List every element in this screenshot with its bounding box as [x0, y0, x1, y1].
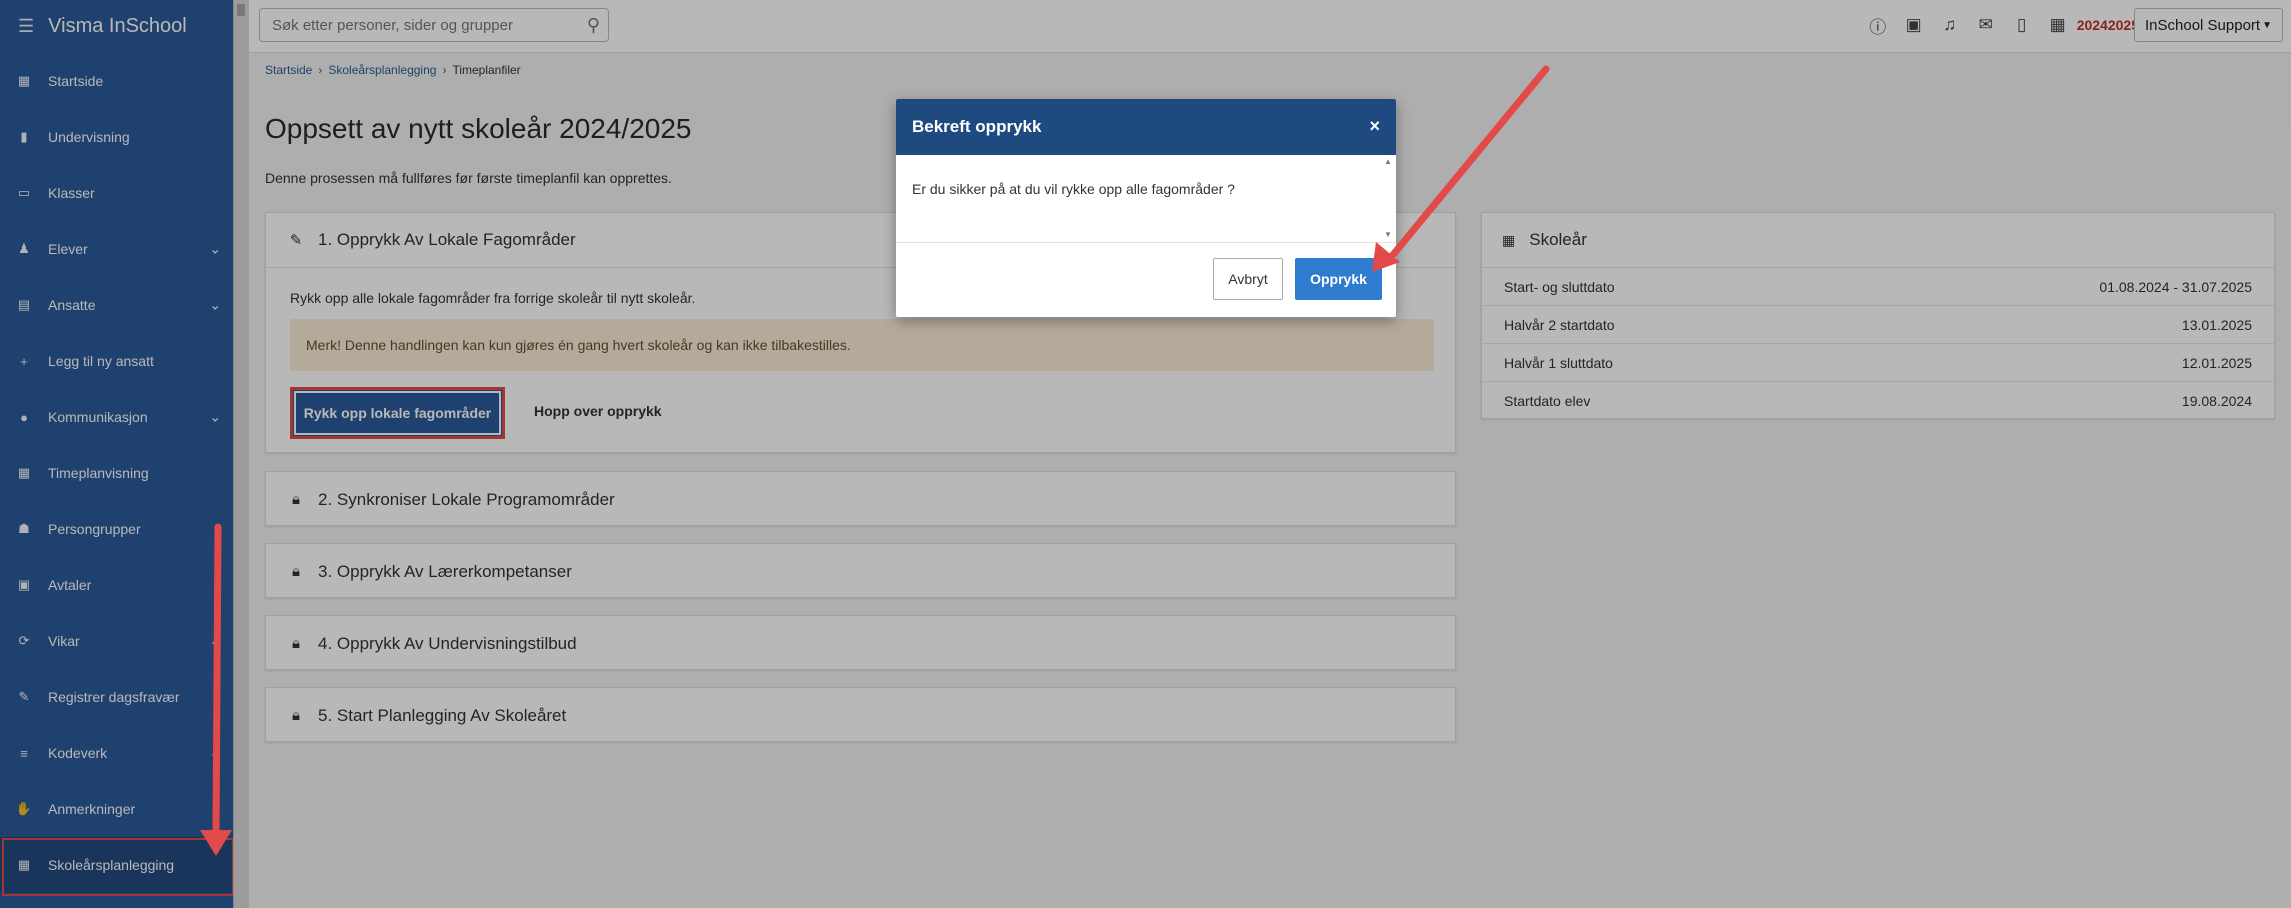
dialog-body: Er du sikker på at du vil rykke opp alle…	[896, 155, 1396, 243]
dialog-message: Er du sikker på at du vil rykke opp alle…	[912, 181, 1235, 197]
scroll-up-icon[interactable]: ▲	[1384, 157, 1392, 166]
scroll-down-icon[interactable]: ▼	[1384, 230, 1392, 239]
dialog-footer: Avbryt Opprykk	[896, 243, 1396, 317]
confirm-button[interactable]: Opprykk	[1295, 258, 1382, 300]
dialog-scrollbar[interactable]: ▲ ▼	[1382, 157, 1394, 239]
cancel-button[interactable]: Avbryt	[1213, 258, 1283, 300]
dialog-header: Bekreft opprykk ×	[896, 99, 1396, 155]
dialog-title: Bekreft opprykk	[912, 117, 1042, 136]
confirm-dialog: Bekreft opprykk × Er du sikker på at du …	[896, 99, 1396, 317]
close-icon[interactable]: ×	[1369, 116, 1380, 137]
